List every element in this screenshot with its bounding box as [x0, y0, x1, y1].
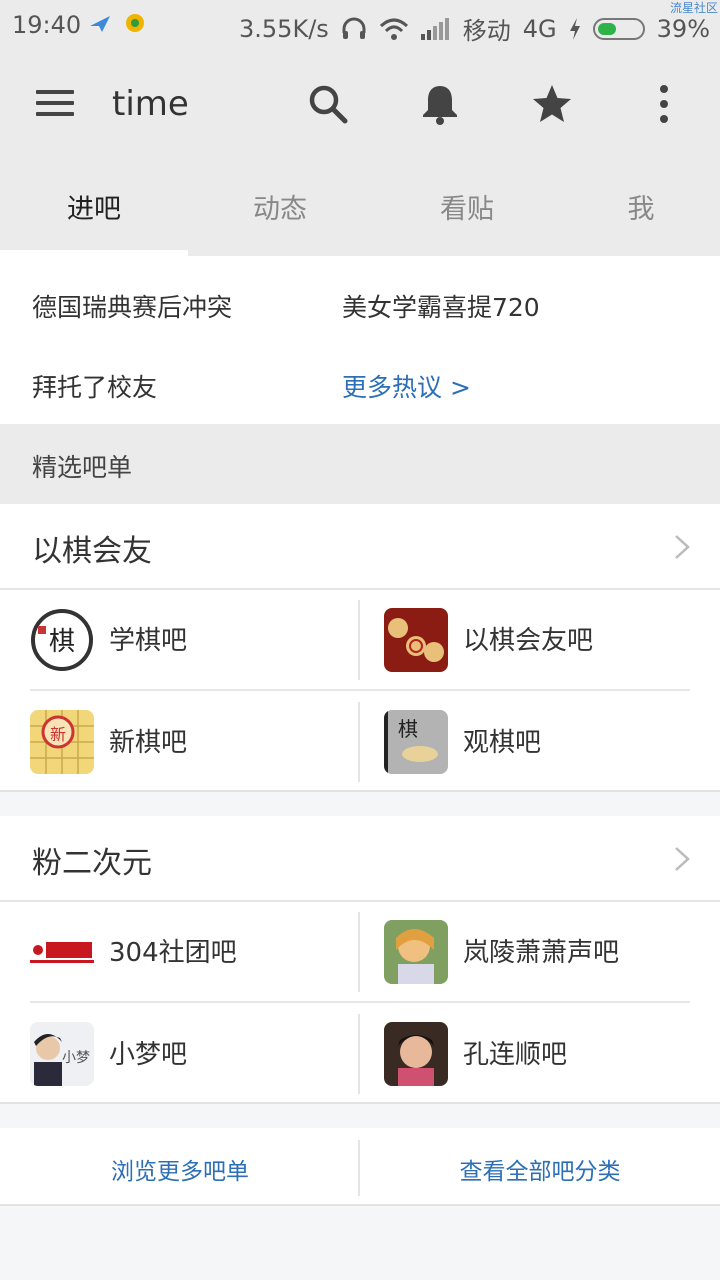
card-title: 以棋会友 — [32, 534, 152, 569]
tab-dongtai[interactable]: 动态 — [188, 158, 372, 256]
signal-icon — [420, 17, 449, 40]
ba-name: 孔连顺吧 — [463, 1040, 568, 1070]
all-categories-link[interactable]: 查看全部吧分类 — [370, 1152, 710, 1186]
ba-name: 小梦吧 — [109, 1040, 188, 1070]
card-header[interactable]: 粉二次元 — [0, 816, 720, 902]
tab-bar: 进吧 动态 看贴 我 — [0, 158, 720, 256]
ba-name: 岚陵萧萧声吧 — [463, 938, 620, 968]
ba-avatar — [384, 920, 448, 984]
network-type: 4G — [522, 14, 557, 43]
divider — [358, 912, 360, 992]
browse-more-link[interactable]: 浏览更多吧单 — [10, 1152, 350, 1186]
divider — [30, 689, 690, 691]
star-icon[interactable] — [530, 82, 574, 126]
ba-avatar: 小梦 — [30, 1022, 94, 1086]
ba-item[interactable]: 以棋会友吧 — [384, 590, 714, 690]
tab-me[interactable]: 我 — [562, 158, 720, 256]
ba-avatar: 新 — [30, 710, 94, 774]
more-hot-link[interactable]: 更多热议 > — [342, 368, 471, 404]
app-bar: time — [0, 50, 720, 158]
section-title: 精选吧单 — [32, 453, 133, 482]
hot-topic[interactable]: 德国瑞典赛后冲突 — [32, 288, 232, 324]
app-notification-icon — [126, 14, 144, 32]
ba-item[interactable]: 棋 学棋吧 — [30, 590, 360, 690]
ba-avatar: 棋 — [30, 608, 94, 672]
more-vert-icon[interactable] — [642, 82, 686, 126]
charging-icon — [569, 17, 580, 40]
svg-text:小梦: 小梦 — [62, 1050, 90, 1066]
ba-avatar — [384, 1022, 448, 1086]
footer-links: 浏览更多吧单 查看全部吧分类 — [0, 1128, 720, 1206]
ba-list-card: 粉二次元 304社团吧 岚陵萧萧声吧 小梦 小梦吧 孔连顺吧 — [0, 816, 720, 1104]
tab-kantie[interactable]: 看贴 — [372, 158, 562, 256]
ba-name: 新棋吧 — [109, 728, 188, 758]
hot-topic[interactable]: 拜托了校友 — [32, 368, 157, 404]
headset-icon — [342, 17, 366, 39]
ba-name: 304社团吧 — [109, 938, 237, 968]
divider — [358, 1014, 360, 1094]
tab-jinba[interactable]: 进吧 — [0, 158, 188, 256]
divider — [358, 600, 360, 680]
ba-avatar — [384, 608, 448, 672]
ba-item[interactable]: 新 新棋吧 — [30, 692, 360, 792]
ba-item[interactable]: 304社团吧 — [30, 902, 360, 1002]
watermark: 流星社区 — [669, 1, 718, 15]
menu-icon[interactable] — [36, 90, 74, 118]
status-bar: 19:40 3.55K/s 移动 4G 39% 流星社区 — [0, 0, 720, 50]
wifi-icon — [379, 18, 408, 40]
app-title: time — [112, 84, 189, 124]
svg-text:棋: 棋 — [398, 717, 418, 741]
battery-icon — [592, 17, 645, 40]
ba-avatar: 棋 — [384, 710, 448, 774]
search-icon[interactable] — [306, 82, 350, 126]
divider — [30, 1001, 690, 1003]
card-title: 粉二次元 — [32, 846, 152, 881]
ba-item[interactable]: 岚陵萧萧声吧 — [384, 902, 714, 1002]
divider — [358, 1140, 360, 1196]
svg-text:棋: 棋 — [49, 627, 75, 657]
bird-notification-icon — [90, 16, 110, 32]
ba-name: 观棋吧 — [463, 728, 542, 758]
bell-icon[interactable] — [418, 82, 462, 126]
hot-topic[interactable]: 美女学霸喜提720 — [342, 288, 540, 324]
chevron-right-icon — [675, 847, 690, 871]
ba-list-card: 以棋会友 棋 学棋吧 以棋会友吧 新 新棋吧 棋 观棋吧 — [0, 504, 720, 792]
ba-item[interactable]: 孔连顺吧 — [384, 1004, 714, 1104]
carrier-label: 移动 — [462, 17, 511, 45]
ba-item[interactable]: 小梦 小梦吧 — [30, 1004, 360, 1104]
divider — [358, 702, 360, 782]
ba-item[interactable]: 棋 观棋吧 — [384, 692, 714, 792]
network-speed: 3.55K/s — [239, 14, 329, 43]
battery-percent: 39% — [656, 14, 710, 43]
ba-avatar — [30, 920, 94, 984]
ba-name: 学棋吧 — [109, 626, 188, 656]
card-header[interactable]: 以棋会友 — [0, 504, 720, 590]
hot-topics: 德国瑞典赛后冲突 美女学霸喜提720 拜托了校友 更多热议 > — [0, 256, 720, 424]
chevron-right-icon — [675, 535, 690, 559]
section-header: 精选吧单 — [0, 424, 720, 504]
ba-name: 以棋会友吧 — [463, 626, 594, 656]
status-time: 19:40 — [12, 11, 82, 39]
svg-text:新: 新 — [50, 725, 66, 744]
